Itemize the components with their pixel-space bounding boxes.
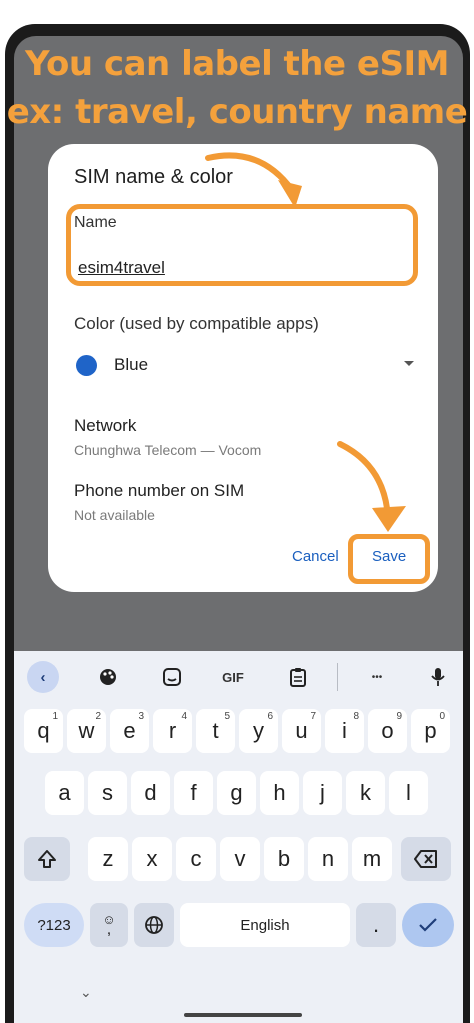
key-label: x	[146, 846, 158, 871]
letter-key[interactable]: z	[88, 837, 128, 881]
key-label: a	[58, 780, 71, 805]
key-number-hint: 0	[439, 711, 445, 722]
arrow-icon	[337, 441, 406, 532]
network-label: Network	[74, 416, 137, 435]
key-number-hint: 3	[138, 711, 144, 722]
letter-key[interactable]: u7	[282, 709, 321, 753]
color-dropdown[interactable]: Blue	[70, 349, 420, 381]
chevron-down-icon[interactable]: ⌄	[80, 984, 92, 1001]
letter-key[interactable]: i8	[325, 709, 364, 753]
key-label: l	[406, 780, 411, 805]
key-label: h	[273, 780, 286, 805]
keyboard: ‹ GIF ••• ?123 ☺ , English . q1w2e3r4t5y…	[14, 651, 463, 1023]
letter-key[interactable]: t5	[196, 709, 235, 753]
mic-icon[interactable]	[426, 663, 450, 691]
key-number-hint: 8	[353, 711, 359, 722]
letter-key[interactable]: k	[346, 771, 385, 815]
comma-label: ,	[106, 920, 112, 938]
key-label: r	[168, 718, 177, 743]
key-label: k	[360, 780, 371, 805]
key-label: z	[102, 846, 114, 871]
name-input[interactable]: esim4travel	[78, 258, 165, 278]
letter-key[interactable]: e3	[110, 709, 149, 753]
key-number-hint: 9	[396, 711, 402, 722]
key-label: g	[230, 780, 243, 805]
key-number-hint: 5	[224, 711, 230, 722]
chevron-left-icon[interactable]: ‹	[27, 661, 59, 693]
navigation-handle[interactable]	[184, 1013, 302, 1017]
more-button[interactable]: •••	[360, 663, 394, 691]
key-label: j	[320, 780, 325, 805]
backspace-key[interactable]	[401, 837, 451, 881]
key-number-hint: 2	[95, 711, 101, 722]
key-label: q	[37, 718, 50, 743]
enter-check-icon[interactable]	[402, 903, 454, 947]
letter-key[interactable]: p0	[411, 709, 450, 753]
symbols-key[interactable]: ?123	[24, 903, 84, 947]
letter-key[interactable]: s	[88, 771, 127, 815]
key-label: n	[321, 846, 335, 871]
phone-number-value: Not available	[74, 507, 155, 523]
letter-key[interactable]: r4	[153, 709, 192, 753]
key-label: d	[144, 780, 157, 805]
letter-key[interactable]: m	[352, 837, 392, 881]
letter-key[interactable]: n	[308, 837, 348, 881]
letter-key[interactable]: a	[45, 771, 84, 815]
letter-key[interactable]: l	[389, 771, 428, 815]
key-label: m	[362, 846, 382, 871]
dropdown-arrow-icon	[404, 361, 414, 366]
shift-key[interactable]	[24, 837, 70, 881]
toolbar-divider	[337, 663, 338, 691]
letter-key[interactable]: j	[303, 771, 342, 815]
cancel-button[interactable]: Cancel	[292, 548, 339, 565]
letter-key[interactable]: b	[264, 837, 304, 881]
letter-key[interactable]: y6	[239, 709, 278, 753]
letter-key[interactable]: d	[131, 771, 170, 815]
period-key[interactable]: .	[356, 903, 396, 947]
globe-icon[interactable]	[134, 903, 174, 947]
letter-key[interactable]: c	[176, 837, 216, 881]
letter-key[interactable]: q1	[24, 709, 63, 753]
key-number-hint: 7	[310, 711, 316, 722]
letter-key[interactable]: h	[260, 771, 299, 815]
clipboard-icon[interactable]	[284, 663, 312, 691]
key-label: y	[253, 718, 264, 743]
letter-key[interactable]: o9	[368, 709, 407, 753]
key-number-hint: 6	[267, 711, 273, 722]
key-label: p	[424, 718, 437, 743]
key-label: f	[190, 780, 197, 805]
key-label: i	[342, 718, 347, 743]
sticker-icon[interactable]	[158, 663, 186, 691]
key-label: c	[190, 846, 202, 871]
letter-key[interactable]: f	[174, 771, 213, 815]
key-label: w	[78, 718, 95, 743]
letter-key[interactable]: g	[217, 771, 256, 815]
key-label: u	[295, 718, 308, 743]
color-label: Color (used by compatible apps)	[74, 314, 319, 333]
caption-line-1: You can label the eSIM	[25, 44, 449, 84]
key-label: s	[102, 780, 113, 805]
color-value: Blue	[114, 355, 149, 374]
gif-button[interactable]: GIF	[216, 663, 250, 691]
emoji-comma-key[interactable]: ☺ ,	[90, 903, 128, 947]
arrow-icon	[205, 152, 302, 208]
letter-key[interactable]: x	[132, 837, 172, 881]
letter-key[interactable]: w2	[67, 709, 106, 753]
palette-icon[interactable]	[94, 663, 122, 691]
space-key[interactable]: English	[180, 903, 350, 947]
phone-number-label: Phone number on SIM	[74, 481, 245, 500]
key-label: e	[123, 718, 136, 743]
letter-key[interactable]: v	[220, 837, 260, 881]
key-label: b	[277, 846, 291, 871]
save-button[interactable]: Save	[372, 548, 406, 565]
caption-line-2: ex: travel, country name	[6, 92, 468, 132]
network-value: Chunghwa Telecom — Vocom	[74, 442, 262, 458]
key-number-hint: 4	[181, 711, 187, 722]
key-label: v	[234, 846, 246, 871]
key-label: t	[212, 718, 219, 743]
color-swatch	[76, 355, 97, 376]
key-number-hint: 1	[52, 711, 58, 722]
key-label: o	[381, 718, 394, 743]
name-label: Name	[74, 214, 117, 231]
